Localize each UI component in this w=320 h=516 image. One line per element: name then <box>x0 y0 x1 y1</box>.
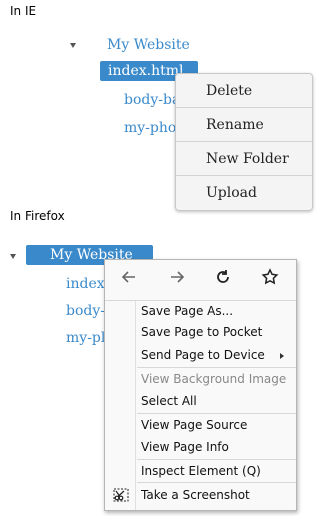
tree-item-body-bg[interactable]: body- <box>66 303 105 319</box>
context-nav-bar <box>105 260 296 300</box>
submenu-arrow-icon <box>280 353 284 359</box>
tree-item-body-bg[interactable]: body-ba <box>124 92 180 108</box>
menu-item-view-page-info[interactable]: View Page Info <box>141 438 229 456</box>
tree-expand-icon[interactable] <box>10 254 16 259</box>
tree-root-my-website[interactable]: My Website <box>107 37 190 53</box>
bookmark-star-icon[interactable] <box>258 268 282 292</box>
tree-expand-icon[interactable] <box>70 43 76 48</box>
tree-item-index-html[interactable]: index. <box>66 276 109 292</box>
menu-item-view-page-source[interactable]: View Page Source <box>141 416 247 434</box>
firefox-context-menu: Save Page As... Save Page to Pocket Send… <box>104 259 297 511</box>
menu-item-view-background-image[interactable]: View Background Image <box>141 370 286 388</box>
forward-arrow-icon[interactable] <box>165 268 189 292</box>
reload-icon[interactable] <box>211 268 235 292</box>
menu-item-send-page-to-device[interactable]: Send Page to Device <box>141 346 265 364</box>
menu-item-take-a-screenshot[interactable]: Take a Screenshot <box>141 486 250 504</box>
ie-section-label: In IE <box>10 4 37 18</box>
menu-item-upload[interactable]: Upload <box>176 176 312 210</box>
menu-item-save-page-as[interactable]: Save Page As... <box>141 302 233 320</box>
menu-item-delete[interactable]: Delete <box>176 74 312 108</box>
back-arrow-icon[interactable] <box>117 268 141 292</box>
screenshot-scissors-icon <box>113 488 129 502</box>
ie-context-menu: Delete Rename New Folder Upload <box>175 73 313 211</box>
tree-item-my-photo[interactable]: my-phot <box>124 120 182 136</box>
menu-item-save-page-to-pocket[interactable]: Save Page to Pocket <box>141 323 262 341</box>
menu-item-rename[interactable]: Rename <box>176 108 312 142</box>
firefox-section-label: In Firefox <box>10 209 65 223</box>
menu-item-new-folder[interactable]: New Folder <box>176 142 312 176</box>
tree-item-my-photo[interactable]: my-pl <box>66 330 105 346</box>
menu-item-inspect-element[interactable]: Inspect Element (Q) <box>141 462 261 480</box>
menu-item-select-all[interactable]: Select All <box>141 392 197 410</box>
